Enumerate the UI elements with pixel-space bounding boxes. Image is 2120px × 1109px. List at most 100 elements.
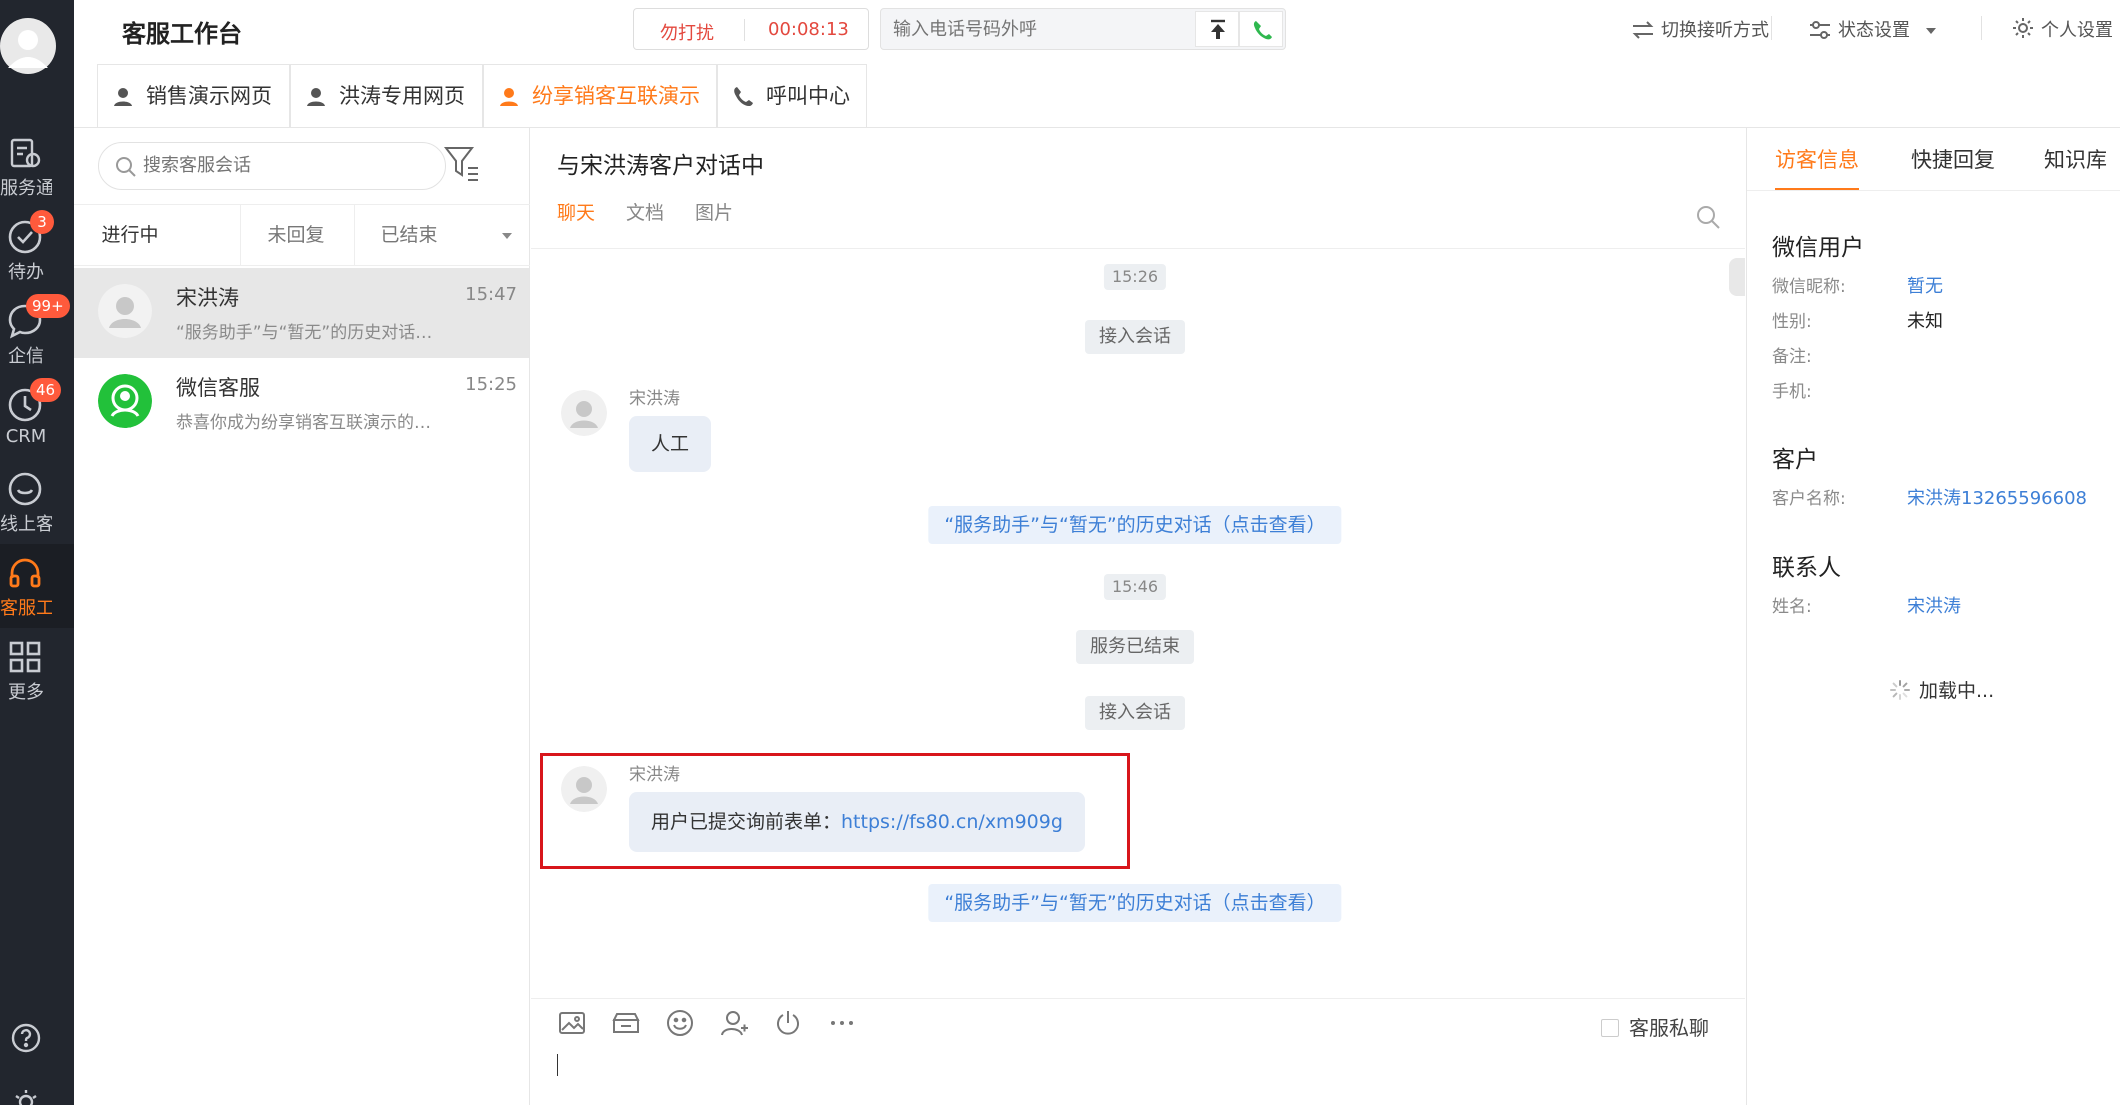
nav-label: 服务通 — [0, 178, 52, 199]
tab-in-progress[interactable]: 进行中 — [74, 205, 186, 265]
smile-chat-icon — [6, 470, 44, 508]
tab-label: 呼叫中心 — [766, 84, 850, 108]
more-dots-icon[interactable] — [827, 1008, 857, 1038]
user-avatar[interactable] — [0, 4, 74, 88]
left-navigation: 服务通 3 待办 99+ 企信 46 CRM 线上客服 客服工… — [0, 0, 74, 1109]
loading-text: 加载中... — [1919, 680, 1995, 702]
tab-fxiaoke-demo[interactable]: 纷享销客互联演示 — [483, 64, 717, 128]
tab-images[interactable]: 图片 — [695, 198, 733, 225]
message-bubble: 人工 — [629, 416, 712, 472]
field-label: 性别: — [1772, 312, 1812, 332]
conversation-status-tabs: 进行中 未回复 已结束 — [74, 204, 530, 266]
panel-collapse-handle[interactable] — [1729, 258, 1745, 296]
conversation-name: 宋洪涛 — [176, 286, 239, 310]
tab-knowledge-base[interactable]: 知识库 — [2044, 144, 2107, 174]
nav-item-service[interactable]: 服务通 — [0, 124, 74, 208]
tab-visitor-info[interactable]: 访客信息 — [1775, 144, 1859, 174]
private-chat-label: 客服私聊 — [1629, 1016, 1709, 1040]
dial-button[interactable] — [1239, 11, 1283, 47]
search-icon — [116, 157, 136, 177]
filter-icon[interactable] — [442, 144, 482, 184]
help-icon[interactable] — [10, 1022, 42, 1058]
section-title-contact: 联系人 — [1772, 555, 1841, 581]
system-message: 接入会话 — [1085, 320, 1185, 354]
gender-value: 未知 — [1907, 311, 1943, 332]
tab-quick-reply[interactable]: 快捷回复 — [1911, 144, 1995, 174]
service-icon — [6, 134, 44, 172]
history-conversation-link[interactable]: “服务助手”与“暂无”的历史对话（点击查看） — [928, 884, 1342, 922]
personal-settings-button[interactable]: 个人设置 — [2011, 16, 2113, 42]
private-chat-checkbox[interactable]: 客服私聊 — [1601, 1012, 1709, 1041]
status-settings-dropdown[interactable]: 状态设置 — [1808, 16, 1944, 42]
tab-hongtao-page[interactable]: 洪涛专用网页 — [290, 64, 483, 128]
divider — [744, 19, 745, 41]
wechat-service-avatar — [98, 374, 152, 428]
agent-icon — [500, 88, 518, 106]
sliders-icon — [1810, 21, 1830, 39]
do-not-disturb-button[interactable]: 勿打扰 — [660, 19, 714, 45]
caret-down-icon[interactable] — [500, 231, 514, 241]
conversation-preview: “服务助手”与“暂无”的历史对话（点击查看） — [176, 323, 434, 343]
upload-button[interactable] — [1195, 11, 1239, 47]
nav-item-todo[interactable]: 3 待办 — [0, 208, 74, 292]
nav-item-service-workbench[interactable]: 客服工… — [0, 544, 74, 628]
add-contact-icon[interactable] — [719, 1008, 749, 1038]
divider — [1747, 190, 2120, 191]
divider — [1771, 16, 1772, 40]
conversation-item[interactable]: 微信客服 15:25 恭喜你成为纷享销客互联演示的客户 — [74, 358, 529, 448]
emoji-icon[interactable] — [665, 1008, 695, 1038]
section-title-wechat-user: 微信用户 — [1772, 235, 1864, 261]
divider — [531, 248, 1745, 249]
tab-sales-demo-page[interactable]: 销售演示网页 — [97, 64, 290, 128]
search-icon[interactable] — [1695, 204, 1721, 230]
caret-down-icon — [1925, 28, 1936, 34]
text-cursor — [557, 1054, 558, 1076]
loading-indicator: 加载中... — [1889, 676, 1994, 703]
app-title: 客服工作台 — [122, 20, 242, 48]
conversation-time: 15:47 — [465, 284, 517, 305]
nav-item-crm[interactable]: 46 CRM — [0, 376, 74, 460]
upload-arrow-icon — [1211, 19, 1225, 39]
power-end-icon[interactable] — [773, 1008, 803, 1038]
conversation-search-input[interactable] — [143, 155, 433, 176]
system-message: 服务已结束 — [1076, 630, 1194, 664]
history-conversation-link[interactable]: “服务助手”与“暂无”的历史对话（点击查看） — [928, 506, 1342, 544]
contact-name-link[interactable]: 宋洪涛 — [1907, 592, 1961, 618]
tab-documents[interactable]: 文档 — [626, 198, 664, 225]
divider — [1981, 16, 1982, 40]
wechat-nickname-value[interactable]: 暂无 — [1907, 272, 1943, 298]
tab-call-center[interactable]: 呼叫中心 — [717, 64, 867, 128]
agent-icon — [307, 88, 325, 106]
tab-chat[interactable]: 聊天 — [557, 198, 595, 225]
gear-icon — [2013, 18, 2033, 38]
status-timer: 00:08:13 — [768, 19, 849, 40]
nav-item-online-service[interactable]: 线上客服 — [0, 460, 74, 544]
image-icon[interactable] — [557, 1008, 587, 1038]
settings-gear-icon[interactable] — [10, 1086, 42, 1109]
tab-unreplied[interactable]: 未回复 — [240, 205, 352, 265]
conversation-item[interactable]: 宋洪涛 15:47 “服务助手”与“暂无”的历史对话（点击查看） — [74, 268, 529, 358]
customer-name-link[interactable]: 宋洪涛13265596608 — [1907, 484, 2087, 510]
dnd-status-box: 勿打扰 00:08:13 — [633, 8, 869, 50]
todo-badge: 3 — [30, 210, 54, 234]
message-sender: 宋洪涛 — [629, 389, 680, 409]
field-label: 备注: — [1772, 347, 1812, 367]
crm-badge: 46 — [30, 378, 62, 402]
chat-panel: 与宋洪涛客户对话中 聊天 文档 图片 15:26 接入会话 宋洪涛 人工 “服务… — [531, 128, 1745, 1105]
status-settings-label: 状态设置 — [1838, 20, 1910, 41]
nav-label: 客服工… — [0, 598, 52, 619]
tab-ended[interactable]: 已结束 — [354, 205, 464, 265]
agent-icon — [114, 88, 132, 106]
nav-item-more[interactable]: 更多 — [0, 628, 74, 712]
phone-number-input[interactable] — [893, 19, 1183, 40]
section-title-customer: 客户 — [1772, 447, 1818, 473]
nav-item-messages[interactable]: 99+ 企信 — [0, 292, 74, 376]
field-label: 微信昵称: — [1772, 277, 1846, 297]
nav-label: 企信 — [8, 346, 44, 367]
visitor-info-panel: 访客信息 快捷回复 知识库 微信用户 微信昵称: 暂无 性别: 未知 备注: 手… — [1746, 128, 2120, 1105]
switch-answer-mode-button[interactable]: 切换接听方式 — [1631, 16, 1769, 42]
folder-icon[interactable] — [611, 1008, 641, 1038]
checkbox-icon[interactable] — [1601, 1019, 1619, 1037]
tab-label: 纷享销客互联演示 — [532, 84, 700, 108]
highlight-box — [540, 753, 1130, 869]
